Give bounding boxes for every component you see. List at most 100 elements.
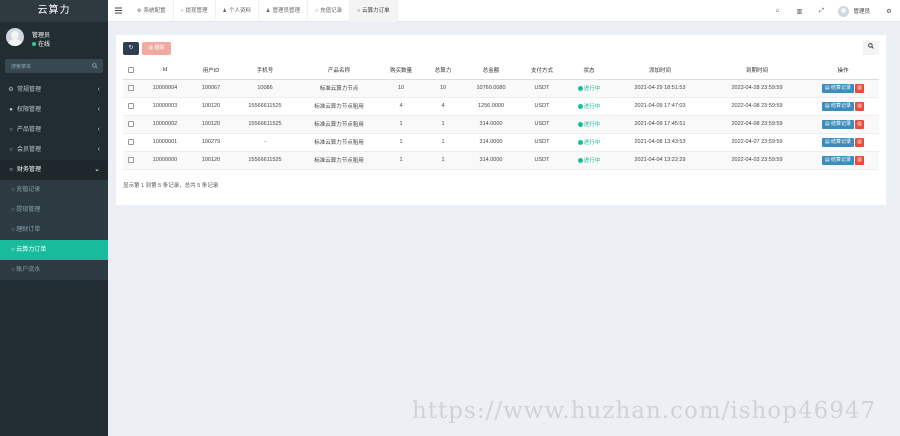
sidebar-item-cloud-orders[interactable]: ○ 云算力订单: [0, 240, 108, 260]
circle-icon: ○: [357, 8, 361, 14]
checkbox[interactable]: [128, 156, 134, 163]
gear-icon: ⚙: [137, 8, 142, 14]
settlement-record-button[interactable]: ▤ 结算记录: [821, 101, 855, 111]
column-header[interactable]: 手机号: [231, 62, 299, 80]
avatar[interactable]: [838, 5, 850, 17]
column-header[interactable]: 产品名称: [299, 62, 379, 80]
checkbox[interactable]: [128, 120, 134, 127]
tab-withdraw[interactable]: ○ 提现管理: [174, 0, 216, 22]
tab-cloud-orders[interactable]: ○ 云算力订单: [350, 0, 398, 22]
search-button[interactable]: [863, 41, 879, 55]
cell-power: 1: [423, 115, 463, 134]
row-delete-button[interactable]: ▥: [855, 83, 865, 93]
status-badge: 进行中: [577, 104, 600, 110]
cell-user-id: 100120: [191, 115, 231, 134]
menu-toggle-icon[interactable]: [115, 7, 122, 14]
sidebar-item-member[interactable]: ○ 会员管理 ‹: [0, 140, 108, 160]
circle-icon: ○: [180, 8, 184, 14]
trash-icon: ▥: [857, 84, 862, 91]
user-icon: ♟: [266, 8, 271, 14]
sidebar-item-general[interactable]: ⚙ 常规管理 ‹: [0, 80, 108, 100]
row-checkbox-cell[interactable]: [123, 115, 139, 134]
watermark-text: https://www.huzhan.com/ishop46947: [412, 398, 877, 424]
status-dot-icon: [577, 86, 583, 91]
sidebar-search-placeholder: 搜索菜单: [11, 64, 32, 70]
settlement-record-label: 结算记录: [831, 120, 852, 127]
checkbox[interactable]: [128, 102, 134, 109]
navbar-user-name[interactable]: 管理员: [853, 7, 870, 15]
tab-profile[interactable]: ♟ 个人资料: [216, 0, 260, 22]
tab-admins[interactable]: ♟ 管理员管理: [259, 0, 309, 22]
checkbox[interactable]: [128, 67, 134, 74]
column-header[interactable]: 状态: [565, 62, 613, 80]
select-all-checkbox[interactable]: [123, 62, 139, 80]
cell-id: 10000003: [139, 97, 191, 116]
column-header[interactable]: Id: [139, 62, 191, 80]
sidebar-item-withdraw[interactable]: ○ 提现管理: [0, 200, 108, 220]
column-header[interactable]: 购买数量: [379, 62, 423, 80]
cell-amount: 314.0000: [463, 133, 519, 152]
user-panel: 管理员 在线: [0, 22, 108, 52]
cell-product: 标准云算力节点租用: [299, 97, 379, 116]
column-header[interactable]: 总金额: [463, 62, 519, 80]
column-header[interactable]: 添加时间: [613, 62, 707, 80]
gears-icon[interactable]: ⚙: [878, 8, 900, 15]
table-row: 10000003 100120 15566611525 标准云算力节点租用 4 4 1256…: [123, 97, 879, 116]
tab-label: 云算力订单: [362, 8, 390, 14]
row-checkbox-cell[interactable]: [123, 79, 139, 98]
cell-qty: 1: [379, 133, 423, 152]
online-dot-icon: [32, 42, 36, 46]
row-delete-button[interactable]: ▥: [855, 101, 865, 111]
sidebar-item-label: 账户流水: [16, 267, 41, 273]
refresh-button[interactable]: ↻: [123, 42, 139, 55]
column-header[interactable]: 到期时间: [707, 62, 807, 80]
orders-table: Id 用户ID 手机号 产品名称 购买数量 总算力 总金额 支付方式 状态 添加…: [123, 62, 879, 170]
settlement-record-button[interactable]: ▤ 结算记录: [821, 119, 855, 129]
sidebar-item-recharge[interactable]: ○ 充值记录: [0, 180, 108, 200]
column-header[interactable]: 支付方式: [519, 62, 565, 80]
brand-logo[interactable]: 云算力: [0, 0, 108, 22]
status-badge: 进行中: [577, 140, 601, 146]
settlement-record-button[interactable]: ▤ 结算记录: [821, 155, 855, 165]
column-header[interactable]: 用户ID: [191, 62, 231, 80]
finance-submenu: ○ 充值记录 ○ 提现管理 ○ 理财订单 ○ 云算力订单 ○ 账户流水: [0, 180, 108, 280]
cell-status: 进行中: [565, 97, 613, 116]
cell-phone: 10086: [231, 79, 299, 98]
row-delete-button[interactable]: ▥: [855, 137, 865, 147]
sidebar-item-product[interactable]: ○ 产品管理 ‹: [0, 120, 108, 140]
settlement-record-button[interactable]: ▤ 结算记录: [821, 137, 855, 147]
checkbox[interactable]: [128, 84, 134, 91]
delete-button[interactable]: ▥ 删除: [142, 42, 171, 55]
cell-actions: ▤ 结算记录 ▥: [807, 151, 879, 170]
row-delete-button[interactable]: ▥: [855, 119, 865, 129]
table-header-row: Id 用户ID 手机号 产品名称 购买数量 总算力 总金额 支付方式 状态 添加…: [123, 62, 879, 80]
trash-icon[interactable]: ▥: [788, 8, 810, 15]
sidebar-search-input[interactable]: 搜索菜单: [5, 59, 103, 73]
cell-added: 2021-04-09 17:45:51: [613, 115, 707, 134]
cell-qty: 1: [379, 115, 423, 134]
home-icon[interactable]: ⌂: [766, 8, 788, 14]
sidebar-item-permission[interactable]: ● 权限管理 ‹: [0, 100, 108, 120]
row-checkbox-cell[interactable]: [123, 133, 139, 152]
row-checkbox-cell[interactable]: [123, 151, 139, 170]
tab-recharge[interactable]: ○ 充值记录: [308, 0, 351, 22]
cell-status: 进行中: [565, 115, 613, 134]
status-badge: 进行中: [577, 122, 600, 128]
row-delete-button[interactable]: ▥: [855, 155, 865, 165]
cell-id: 10000004: [139, 79, 191, 98]
sidebar-item-finance[interactable]: ○ 财务管理 ⌄: [0, 160, 108, 180]
cell-expire: 2022-04-08 23:59:59: [707, 115, 807, 134]
refresh-icon: ↻: [128, 45, 134, 51]
sidebar-item-account-flow[interactable]: ○ 账户流水: [0, 260, 108, 280]
settlement-record-button[interactable]: ▤ 结算记录: [821, 83, 855, 93]
cell-pay: USDT: [519, 79, 565, 98]
status-label: 进行中: [583, 140, 601, 146]
checkbox[interactable]: [128, 138, 134, 145]
tab-system-config[interactable]: ⚙ 系统配置: [130, 0, 174, 22]
row-checkbox-cell[interactable]: [123, 97, 139, 116]
fullscreen-icon[interactable]: ⤢: [810, 8, 832, 15]
group-icon: ●: [9, 107, 13, 113]
search-icon: [92, 63, 98, 69]
column-header[interactable]: 总算力: [423, 62, 463, 80]
sidebar-item-wealth-orders[interactable]: ○ 理财订单: [0, 220, 108, 240]
